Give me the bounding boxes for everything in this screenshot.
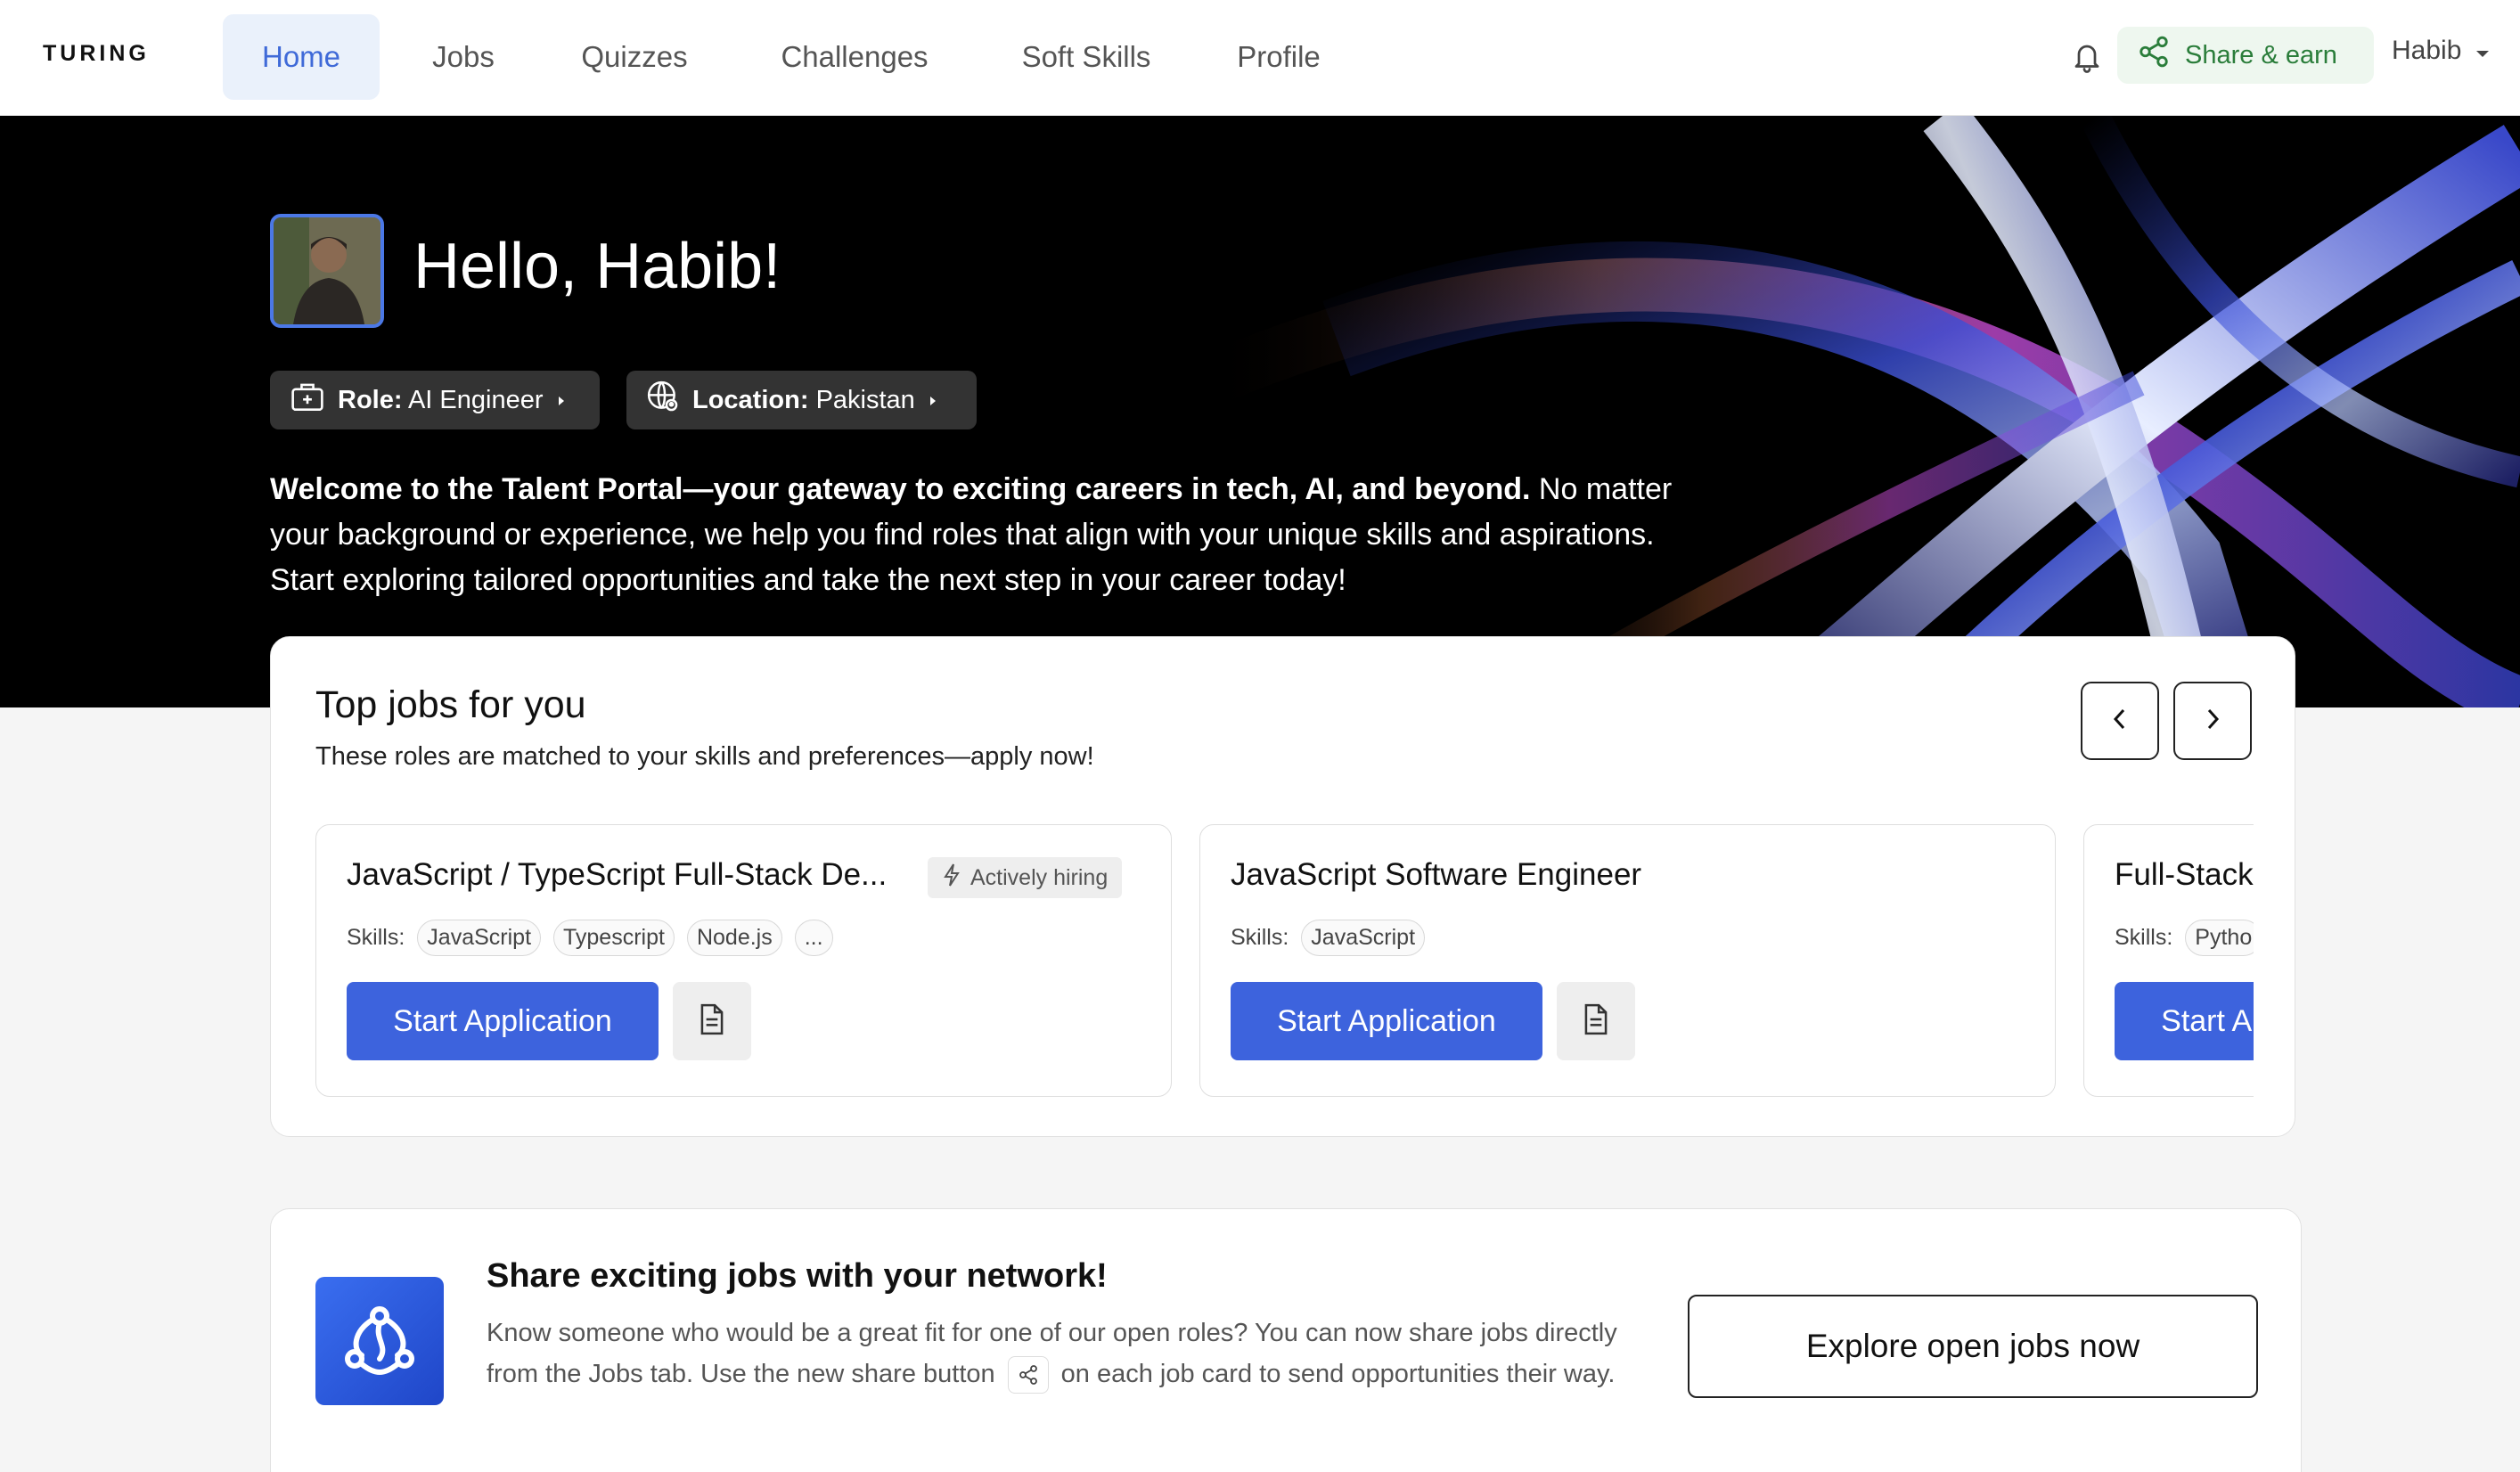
user-name: Habib (2392, 36, 2462, 65)
caret-down-icon (2475, 36, 2490, 66)
job-title[interactable]: Full-Stack (2115, 857, 2254, 893)
skills-label: Skills: (347, 925, 405, 950)
top-navbar: TURING Home Jobs Quizzes Challenges Soft… (0, 0, 2520, 116)
turing-logo[interactable]: TURING (43, 41, 150, 67)
job-title[interactable]: JavaScript Software Engineer (1231, 857, 1641, 893)
share-icon (1007, 1356, 1049, 1394)
job-details-button[interactable] (673, 982, 751, 1060)
job-card[interactable]: JavaScript Software Engineer Skills: Jav… (1199, 824, 2056, 1097)
role-pill[interactable]: Role: AI Engineer (270, 371, 600, 429)
skills-label: Skills: (1231, 925, 1289, 950)
skill-tag: Pytho (2185, 920, 2254, 956)
jobs-carousel: JavaScript / TypeScript Full-Stack De...… (315, 824, 2254, 1100)
globe-icon (646, 380, 680, 421)
start-application-button[interactable]: Start Application (2115, 982, 2254, 1060)
location-pill[interactable]: Location: Pakistan (626, 371, 977, 429)
skills-label: Skills: (2115, 925, 2173, 950)
explore-open-jobs-button[interactable]: Explore open jobs now (1688, 1295, 2258, 1398)
nav-home[interactable]: Home (223, 14, 380, 100)
top-jobs-subtitle: These roles are matched to your skills a… (315, 742, 1094, 771)
skill-tag: JavaScript (417, 920, 542, 956)
role-label: Role: (338, 385, 403, 414)
chevron-right-icon (2203, 707, 2222, 736)
user-menu[interactable]: Habib (2392, 36, 2490, 66)
skill-tag: Node.js (686, 920, 782, 956)
caret-right-icon (556, 386, 567, 415)
job-card[interactable]: Full-Stack Skills: Pytho Start Applicati… (2083, 824, 2254, 1097)
notification-bell-icon[interactable] (2071, 39, 2103, 75)
badge-label: Actively hiring (970, 864, 1109, 890)
share-jobs-title: Share exciting jobs with your network! (487, 1257, 1108, 1295)
caret-right-icon (928, 386, 938, 415)
top-jobs-title: Top jobs for you (315, 683, 586, 726)
share-icon (2137, 35, 2171, 76)
nav-challenges[interactable]: Challenges (763, 14, 946, 100)
greeting-heading: Hello, Habib! (413, 231, 781, 302)
briefcase-icon (290, 380, 325, 420)
share-and-earn-label: Share & earn (2185, 40, 2337, 70)
lightning-icon (942, 863, 961, 894)
carousel-prev-button[interactable] (2081, 682, 2159, 760)
welcome-intro: Welcome to the Talent Portal—your gatewa… (270, 467, 1696, 603)
hero-banner: Hello, Habib! Role: AI Engineer Location… (0, 116, 2520, 707)
skill-tag: Typescript (553, 920, 675, 956)
skills-row: Skills: JavaScript Typescript Node.js ..… (347, 920, 833, 956)
role-value: AI Engineer (407, 385, 544, 414)
user-avatar[interactable] (270, 214, 384, 328)
nav-soft-skills[interactable]: Soft Skills (1009, 14, 1164, 100)
location-label: Location: (692, 385, 809, 414)
skill-tag: JavaScript (1301, 920, 1426, 956)
job-card[interactable]: JavaScript / TypeScript Full-Stack De...… (315, 824, 1172, 1097)
top-jobs-card: Top jobs for you These roles are matched… (270, 636, 2295, 1137)
skills-row: Skills: JavaScript (1231, 920, 1426, 956)
document-icon (698, 1002, 726, 1041)
nav-profile[interactable]: Profile (1223, 14, 1335, 100)
chevron-left-icon (2110, 707, 2130, 736)
start-application-button[interactable]: Start Application (1231, 982, 1542, 1060)
share-jobs-description: Know someone who would be a great fit fo… (487, 1313, 1645, 1394)
skills-row: Skills: Pytho (2115, 920, 2254, 956)
document-icon (1582, 1002, 1610, 1041)
location-value: Pakistan (815, 385, 915, 414)
carousel-next-button[interactable] (2173, 682, 2252, 760)
share-text-after: on each job card to send opportunities t… (1060, 1360, 1616, 1388)
actively-hiring-badge: Actively hiring (928, 857, 1123, 898)
start-application-button[interactable]: Start Application (347, 982, 659, 1060)
network-share-logo-icon (315, 1277, 444, 1405)
welcome-intro-bold: Welcome to the Talent Portal—your gatewa… (270, 472, 1531, 506)
share-and-earn-button[interactable]: Share & earn (2117, 27, 2374, 84)
job-details-button[interactable] (1557, 982, 1635, 1060)
nav-quizzes[interactable]: Quizzes (567, 14, 702, 100)
skill-more-tag[interactable]: ... (794, 920, 833, 956)
job-title[interactable]: JavaScript / TypeScript Full-Stack De... (347, 857, 887, 893)
share-jobs-card: Share exciting jobs with your network! K… (270, 1208, 2302, 1472)
nav-jobs[interactable]: Jobs (417, 14, 510, 100)
